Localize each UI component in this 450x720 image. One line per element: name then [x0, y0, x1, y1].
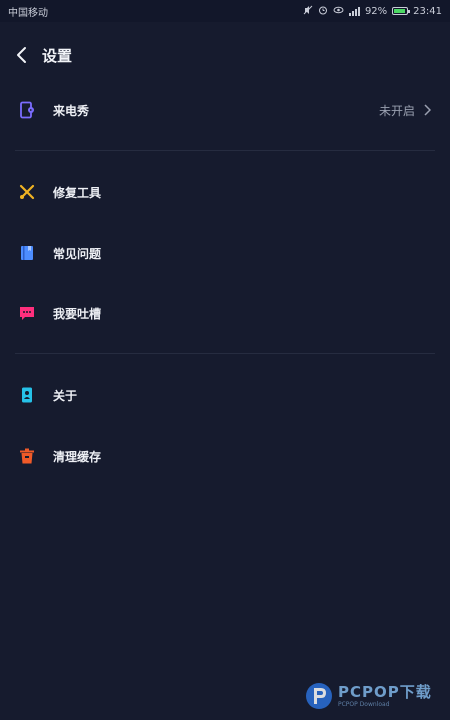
trash-icon	[17, 446, 37, 466]
pcpop-logo-icon	[306, 683, 332, 709]
menu-item-clear-cache[interactable]: 清理缓存	[0, 428, 450, 484]
carrier-label: 中国移动	[8, 7, 48, 19]
alarm-icon	[318, 5, 328, 18]
menu-item-label: 关于	[53, 388, 78, 403]
page-title: 设置	[42, 46, 73, 65]
id-card-icon	[17, 385, 37, 405]
menu-item-label: 清理缓存	[53, 449, 102, 464]
mute-icon	[303, 5, 313, 18]
status-bar: 中国移动 92% 23:41	[0, 0, 450, 22]
menu-item-label: 修复工具	[53, 185, 102, 200]
battery-level	[394, 9, 406, 13]
battery-icon	[392, 7, 411, 15]
section-divider	[15, 150, 435, 151]
menu-item-call-show[interactable]: 来电秀 未开启	[0, 82, 450, 138]
menu-item-label: 常见问题	[53, 246, 102, 261]
call-show-status: 未开启	[378, 103, 415, 118]
section-divider	[15, 353, 435, 354]
phone-show-icon	[17, 100, 37, 120]
battery-percent: 92%	[364, 5, 388, 17]
book-icon	[17, 243, 37, 263]
watermark: PCPOP下载 PCPOP Download	[304, 676, 444, 716]
status-time: 23:41	[413, 5, 442, 17]
menu-item-label: 来电秀	[53, 103, 90, 118]
chat-icon	[17, 303, 37, 323]
menu-item-label: 我要吐槽	[53, 306, 102, 321]
chevron-left-icon	[17, 47, 26, 63]
chevron-right-icon	[421, 103, 433, 117]
back-button[interactable]	[2, 33, 42, 77]
status-icons: 92% 23:41	[303, 5, 442, 18]
watermark-sub: PCPOP Download	[338, 700, 390, 708]
header: 设置	[0, 33, 450, 77]
menu-item-repair-tool[interactable]: 修复工具	[0, 164, 450, 220]
menu-item-about[interactable]: 关于	[0, 367, 450, 423]
wrench-icon	[17, 182, 37, 202]
watermark-brand: PCPOP下载	[338, 682, 432, 701]
signal-icon	[348, 6, 360, 16]
menu-item-feedback[interactable]: 我要吐槽	[0, 285, 450, 341]
menu-item-faq[interactable]: 常见问题	[0, 225, 450, 281]
eye-icon	[333, 5, 344, 18]
